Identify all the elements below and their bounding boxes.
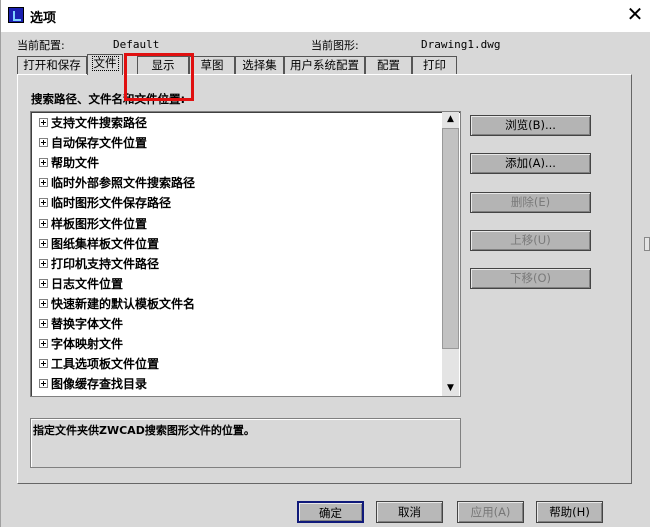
tab-label: 文件: [91, 56, 119, 71]
tree-item-label: 替换字体文件: [51, 317, 124, 331]
expand-plus-icon[interactable]: [39, 178, 48, 188]
expand-plus-icon[interactable]: [39, 379, 48, 389]
tab-drafting[interactable]: 草图: [189, 56, 235, 74]
browse-button[interactable]: 浏览(B)...: [470, 115, 591, 136]
expand-plus-icon[interactable]: [39, 158, 48, 168]
scroll-thumb[interactable]: [442, 128, 459, 349]
expand-plus-icon[interactable]: [39, 278, 48, 288]
current-profile-value: Default: [113, 38, 160, 51]
path-tree[interactable]: 支持文件搜索路径 自动保存文件位置 帮助文件临时外部参照文件搜索路径 临时图形文件保存…: [30, 111, 461, 397]
tab-label: 显示: [151, 58, 175, 72]
tab-label: 用户系统配置: [290, 58, 359, 72]
scroll-down-icon[interactable]: ▼: [442, 381, 459, 396]
expand-plus-icon[interactable]: [39, 138, 48, 148]
tree-scrollbar[interactable]: ▲ ▼: [442, 112, 459, 396]
tab-label: 配置: [377, 58, 400, 72]
apply-button[interactable]: 应用(A): [457, 501, 524, 523]
tree-item-label: 图纸集样板文件位置: [51, 236, 160, 251]
options-dialog: 选项 ✕ 当前配置: Default 当前图形: Drawing1.dwg 打开…: [0, 0, 650, 527]
tab-selection[interactable]: 选择集: [235, 56, 284, 74]
description-box: 指定文件夹供ZWCAD搜索图形文件的位置。: [30, 418, 461, 468]
expand-plus-icon[interactable]: [39, 339, 48, 349]
expand-plus-icon[interactable]: [39, 218, 48, 228]
tree-item-label: 临时图形文件保存路径: [51, 196, 172, 211]
expand-plus-icon[interactable]: [39, 298, 48, 308]
current-drawing-label: 当前图形:: [311, 39, 359, 52]
tab-label: 草图: [200, 58, 224, 72]
tab-profiles[interactable]: 配置: [365, 56, 412, 74]
help-button[interactable]: 帮助(H): [536, 501, 603, 523]
tree-item-label: 支持文件搜索路径: [51, 116, 148, 130]
tab-label: 选择集: [242, 58, 277, 72]
tab-label: 打开和保存: [23, 58, 81, 72]
expand-plus-icon[interactable]: [39, 118, 48, 127]
close-icon[interactable]: ✕: [625, 4, 645, 24]
tab-label: 打印: [423, 58, 446, 72]
tree-item-label: 日志文件位置: [51, 276, 124, 291]
tab-user-prefs[interactable]: 用户系统配置: [284, 56, 365, 74]
move-down-button[interactable]: 下移(O): [470, 268, 591, 289]
tree-item-label: 帮助文件: [51, 156, 100, 171]
add-button[interactable]: 添加(A)...: [470, 153, 591, 174]
current-profile-label: 当前配置:: [17, 39, 65, 52]
expand-plus-icon[interactable]: [39, 258, 48, 268]
tab-display[interactable]: 显示: [137, 56, 189, 74]
cancel-button[interactable]: 取消: [376, 501, 443, 523]
tree-item-label: 临时外部参照文件搜索路径: [51, 176, 196, 191]
tab-open-save[interactable]: 打开和保存: [17, 56, 87, 74]
tree-item-label: 自动保存文件位置: [51, 136, 148, 151]
expand-plus-icon[interactable]: [39, 319, 48, 328]
tree-item-label: 工具选项板文件位置: [51, 357, 160, 372]
tab-plot[interactable]: 打印: [412, 56, 457, 74]
expand-plus-icon[interactable]: [39, 359, 48, 369]
current-drawing-value: Drawing1.dwg: [421, 38, 501, 51]
scroll-up-icon[interactable]: ▲: [442, 112, 459, 127]
expand-plus-icon[interactable]: [39, 198, 48, 208]
window-edge-handle: [644, 237, 650, 251]
app-icon: [8, 7, 24, 23]
tree-item-label: 样板图形文件位置: [51, 216, 148, 231]
ok-button[interactable]: 确定: [297, 501, 364, 523]
delete-button[interactable]: 删除(E): [470, 192, 591, 213]
move-up-button[interactable]: 上移(U): [470, 230, 591, 251]
expand-plus-icon[interactable]: [39, 238, 48, 248]
group-label: 搜索路径、文件名和文件位置:: [31, 92, 186, 106]
tree-item-label: 图像缓存查找目录: [51, 377, 148, 392]
tree-item-label: 字体映射文件: [51, 337, 124, 352]
title-bar: 选项 ✕: [1, 0, 650, 32]
tab-files[interactable]: 文件: [87, 54, 123, 75]
window-title: 选项: [30, 11, 57, 26]
tree-item-label: 快速新建的默认模板文件名: [51, 296, 196, 311]
tree-item-label: 打印机支持文件路径: [51, 256, 160, 271]
